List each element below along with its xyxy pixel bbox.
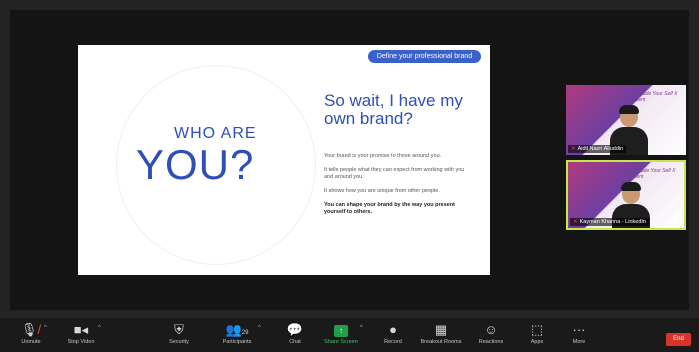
breakout-rooms-button[interactable]: ▦ Breakout Rooms — [418, 321, 464, 346]
shield-icon: ⛨ — [174, 322, 184, 337]
tile-background-text: Upgrade Your Self X Talent — [630, 168, 676, 180]
stop-video-button[interactable]: ■◂ Stop Video ^ — [58, 321, 104, 346]
grid-icon: ▦ — [434, 322, 448, 337]
share-screen-button[interactable]: ↑ Share Screen ^ — [318, 321, 364, 346]
more-dots-icon: ··· — [572, 322, 586, 337]
chevron-up-icon[interactable]: ^ — [44, 325, 47, 331]
active-speaker-video-tile[interactable]: Upgrade Your Self X Talent ✕ Kayman Khann… — [566, 160, 686, 230]
microphone-muted-icon: 🎙/ — [20, 322, 42, 337]
chevron-up-icon[interactable]: ^ — [360, 325, 363, 331]
zoom-meeting-window: Define your professional brand WHO ARE Y… — [0, 0, 699, 352]
mic-muted-icon: ✕ — [573, 219, 578, 225]
slide-tag: Define your professional brand — [368, 50, 481, 63]
more-button[interactable]: ··· More — [556, 321, 602, 346]
chat-bubble-icon: 💬 — [286, 322, 304, 337]
meeting-toolbar: 🎙/ Unmute ^ ■◂ Stop Video ^ ⛨ Security 👥… — [0, 318, 699, 352]
slide-paragraph: Your brand is your promise to those arou… — [324, 153, 442, 159]
record-icon: ● — [389, 322, 397, 337]
participants-icon: 👥29 — [225, 322, 249, 337]
slide-body: Your brand is your promise to those arou… — [324, 153, 474, 223]
slide-heading: So wait, I have my own brand? — [324, 91, 463, 128]
end-meeting-button[interactable]: End — [666, 333, 691, 346]
participants-button[interactable]: 👥29 Participants ^ — [214, 321, 261, 346]
slide-bold-paragraph: You can shape your brand by the way you … — [324, 202, 456, 215]
participant-name-label: ✕ Kayman Khanna - LinkedIn — [570, 218, 649, 226]
mic-muted-icon: ✕ — [571, 146, 576, 152]
chat-button[interactable]: 💬 Chat — [272, 321, 318, 346]
apps-icon: ⬚ — [530, 322, 544, 337]
record-button[interactable]: ● Record — [370, 321, 416, 346]
chevron-up-icon[interactable]: ^ — [98, 325, 101, 331]
reactions-button[interactable]: ☺ Reactions — [468, 321, 514, 346]
shared-slide: Define your professional brand WHO ARE Y… — [78, 45, 490, 275]
participant-video-tile[interactable]: Upgrade Your Self X Talent ✕ Aidil Nazri … — [566, 85, 686, 155]
unmute-button[interactable]: 🎙/ Unmute ^ — [8, 321, 54, 346]
smiley-icon: ☺ — [484, 322, 498, 337]
participant-name: Aidil Nazri Aliuddin — [577, 146, 624, 152]
participant-count: 29 — [241, 330, 249, 336]
chevron-up-icon[interactable]: ^ — [258, 325, 261, 331]
apps-button[interactable]: ⬚ Apps — [514, 321, 560, 346]
slide-you: YOU? — [136, 141, 255, 188]
slide-paragraph: It tells people what they can expect fro… — [324, 167, 465, 180]
participant-name-label: ✕ Aidil Nazri Aliuddin — [568, 145, 627, 153]
slide-paragraph: It shows how you are unique from other p… — [324, 188, 440, 194]
tile-background-text: Upgrade Your Self X Talent — [632, 91, 678, 103]
participant-name: Kayman Khanna - LinkedIn — [579, 219, 646, 225]
share-screen-icon: ↑ — [318, 321, 364, 339]
security-button[interactable]: ⛨ Security — [156, 321, 202, 346]
